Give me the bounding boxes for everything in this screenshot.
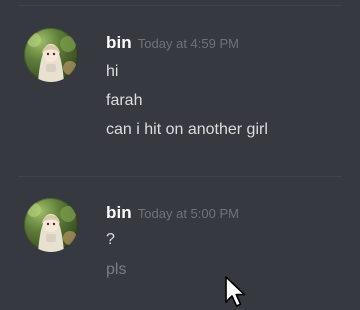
timestamp: Today at 4:59 PM: [137, 36, 239, 51]
avatar-image: [27, 33, 77, 82]
top-divider: [18, 5, 342, 6]
timestamp: Today at 5:00 PM: [137, 206, 239, 221]
username[interactable]: bin: [106, 33, 132, 52]
message-divider: [18, 176, 342, 177]
message-text: ?: [106, 231, 115, 248]
mouse-pointer-icon: [225, 276, 246, 307]
message-text: can i hit on another girl: [106, 121, 268, 138]
message-text-pending: pls: [106, 261, 127, 278]
message-header: bin Today at 5:00 PM: [106, 204, 239, 223]
avatar-image: [27, 203, 77, 252]
message-header: bin Today at 4:59 PM: [106, 34, 239, 53]
message-text: farah: [106, 92, 143, 109]
username[interactable]: bin: [106, 203, 132, 222]
message-text: hi: [106, 63, 119, 80]
avatar[interactable]: [24, 28, 78, 82]
avatar[interactable]: [24, 198, 78, 252]
